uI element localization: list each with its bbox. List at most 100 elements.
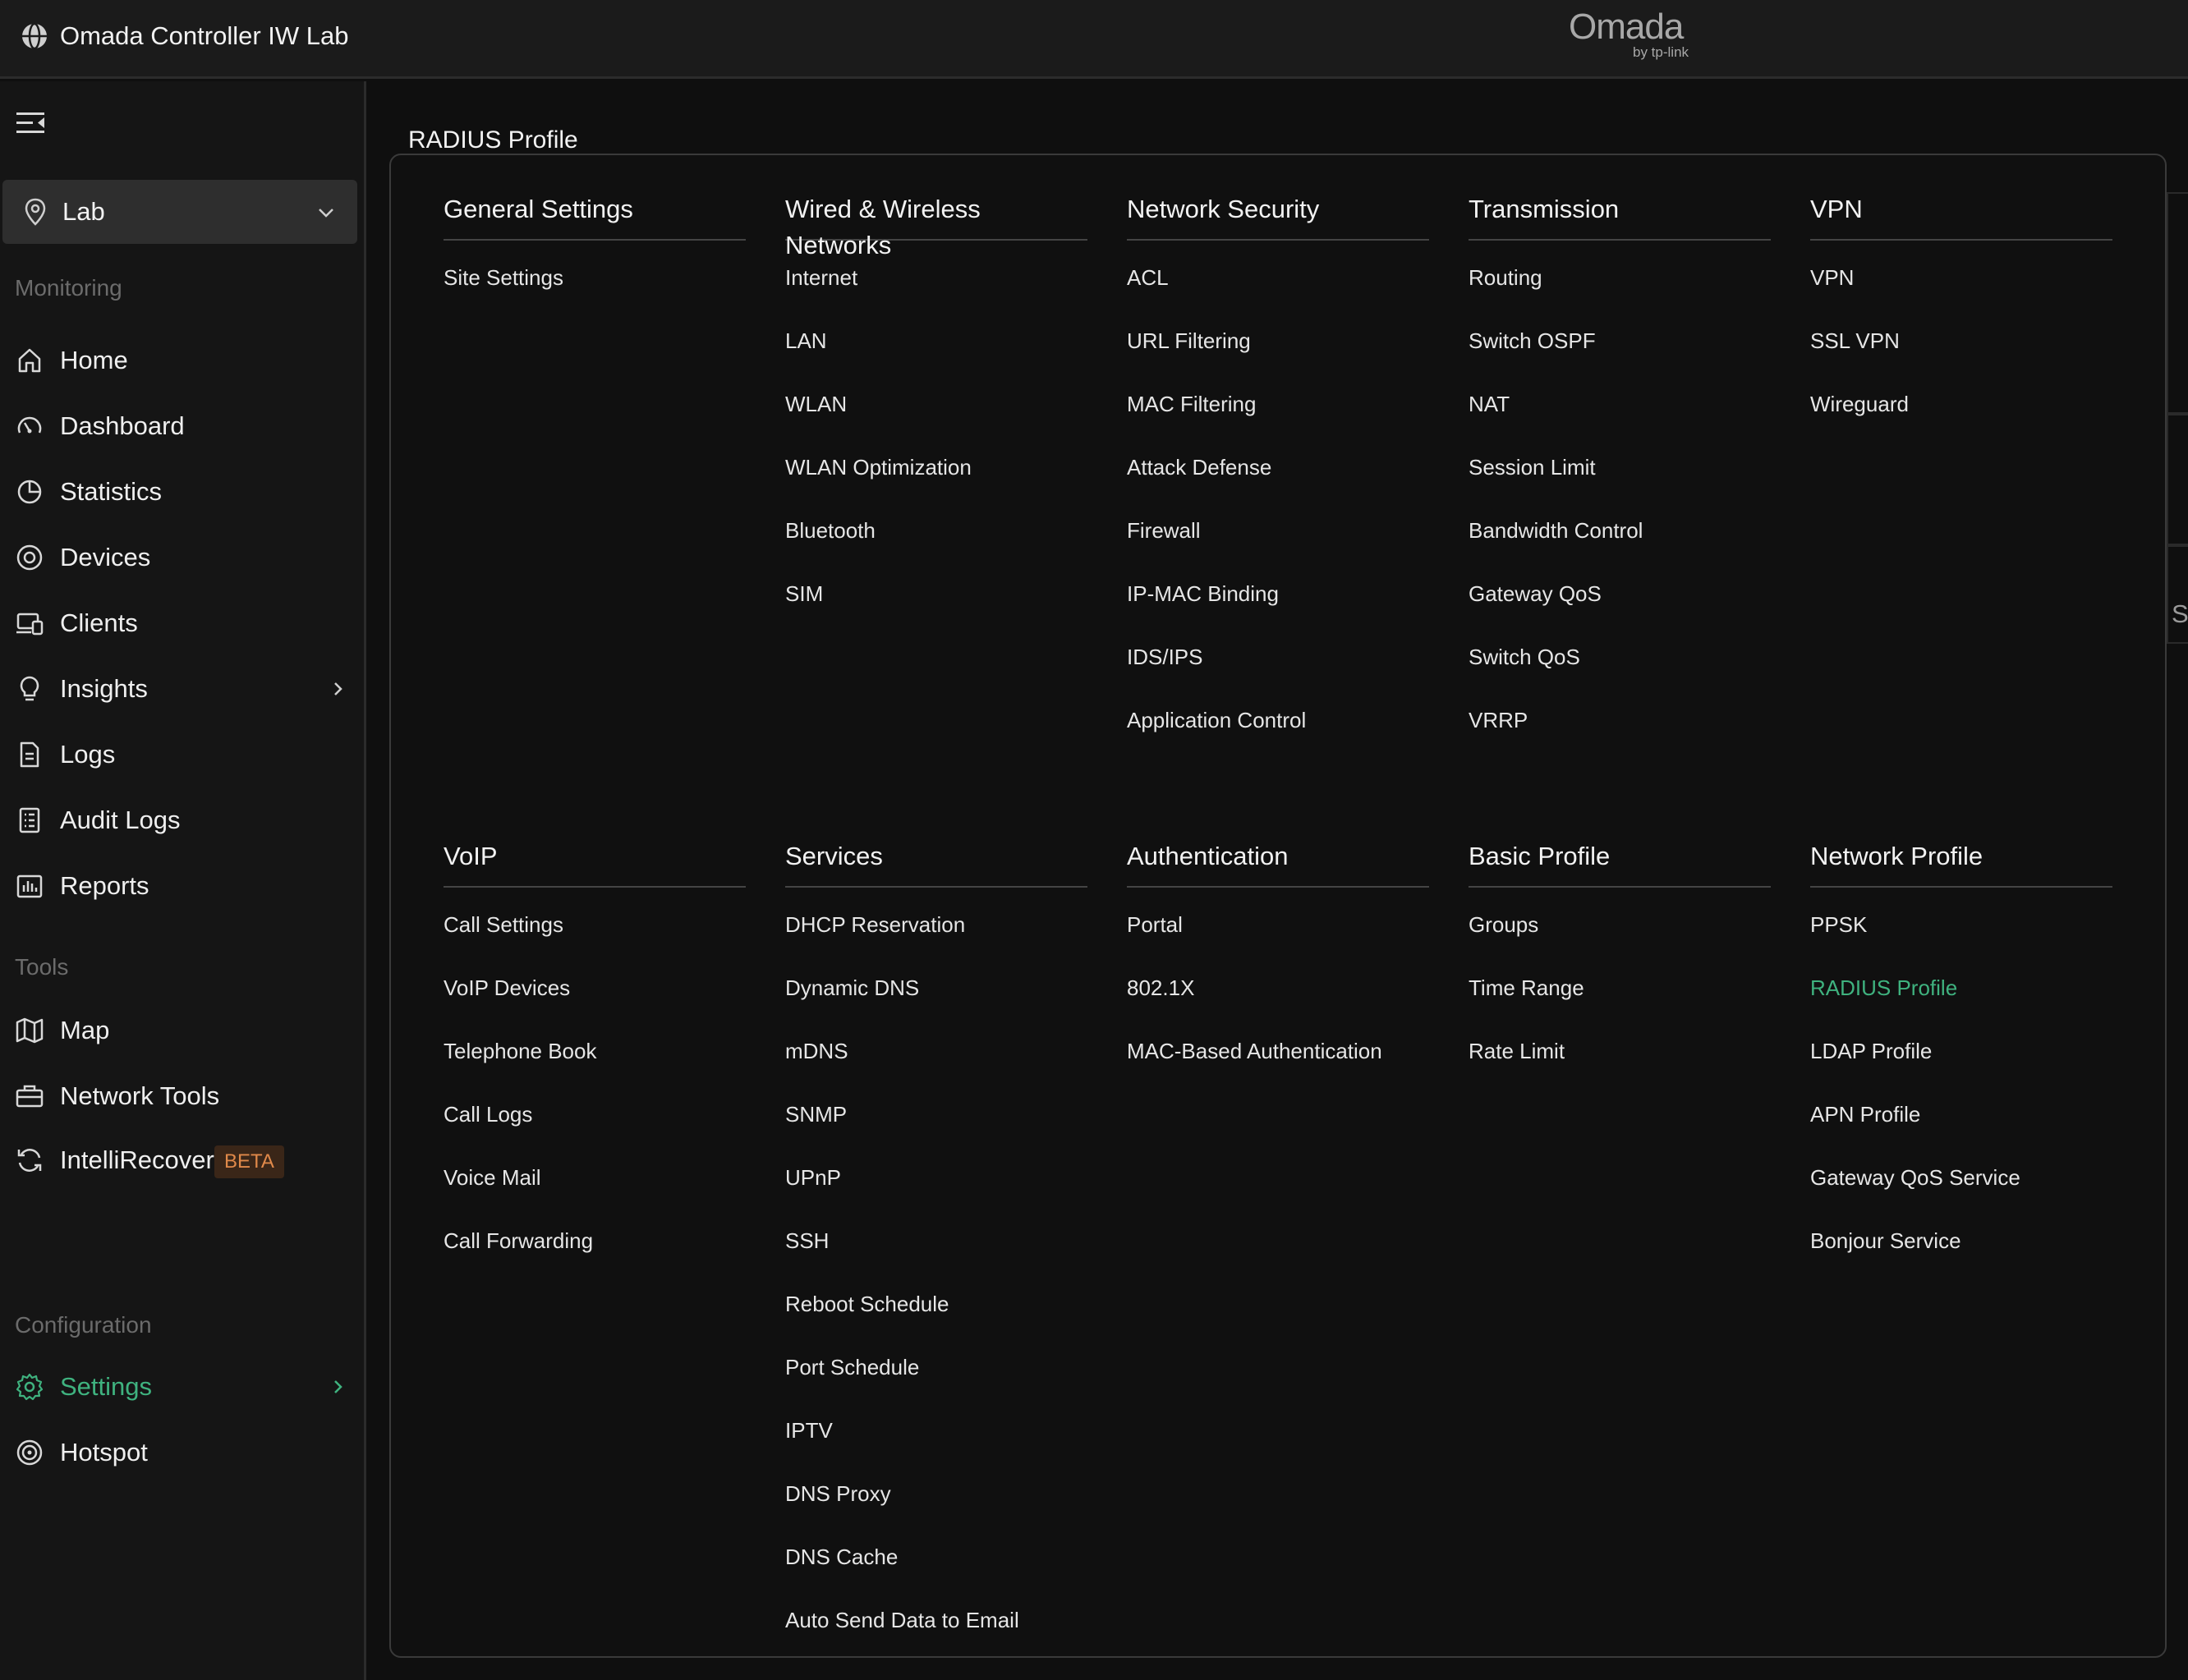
menu-item[interactable]: IPTV xyxy=(785,1393,1087,1457)
menu-item[interactable]: Bonjour Service xyxy=(1810,1204,2112,1267)
menu-item[interactable]: DNS Cache xyxy=(785,1520,1087,1583)
menu-item[interactable]: Rate Limit xyxy=(1469,1014,1771,1077)
nav-item-devices[interactable]: Devices xyxy=(0,531,361,584)
menu-item[interactable]: WLAN Optimization xyxy=(785,430,1087,493)
nav-item-home[interactable]: Home xyxy=(0,334,361,387)
sidebar: Lab Monitoring Home Dashboard Statistics… xyxy=(0,81,366,1680)
menu-item[interactable]: Switch QoS xyxy=(1469,620,1771,683)
nav-item-label: Reports xyxy=(60,871,149,900)
menu-item[interactable]: Auto Send Data to Email xyxy=(785,1583,1087,1646)
nav-item-label: Map xyxy=(60,1016,110,1044)
menu-item[interactable]: SSH xyxy=(785,1204,1087,1267)
brand-name: Omada xyxy=(1569,7,1684,47)
menu-item[interactable]: Session Limit xyxy=(1469,430,1771,493)
nav-item-clients[interactable]: Clients xyxy=(0,597,361,650)
brand-sub: by tp-link xyxy=(1633,44,1689,60)
menu-item[interactable]: Bandwidth Control xyxy=(1469,493,1771,557)
menu-item[interactable]: VRRP xyxy=(1469,683,1771,746)
nav-item-intellirecover[interactable]: IntelliRecover BETA xyxy=(0,1134,361,1187)
menu-item[interactable]: Call Logs xyxy=(444,1077,746,1141)
nav-item-label: Devices xyxy=(60,543,151,571)
menu-item[interactable]: SNMP xyxy=(785,1077,1087,1141)
menu-item[interactable]: SSL VPN xyxy=(1810,304,2112,367)
nav-item-statistics[interactable]: Statistics xyxy=(0,466,361,518)
menu-column-general-settings: General Settings Site Settings xyxy=(444,191,746,304)
menu-list: Internet LAN WLAN WLAN Optimization Blue… xyxy=(785,241,1087,620)
nav-item-audit-logs[interactable]: Audit Logs xyxy=(0,794,361,847)
bar-chart-icon xyxy=(15,871,44,901)
nav-item-dashboard[interactable]: Dashboard xyxy=(0,400,361,452)
menu-item[interactable]: PPSK xyxy=(1810,888,2112,951)
menu-item[interactable]: Reboot Schedule xyxy=(785,1267,1087,1330)
beta-badge: BETA xyxy=(214,1145,284,1178)
menu-item[interactable]: DNS Proxy xyxy=(785,1457,1087,1520)
menu-item[interactable]: ACL xyxy=(1127,241,1429,304)
menu-item[interactable]: Routing xyxy=(1469,241,1771,304)
menu-item[interactable]: URL Filtering xyxy=(1127,304,1429,367)
menu-item[interactable]: Telephone Book xyxy=(444,1014,746,1077)
settings-menu-panel: General Settings Site Settings Wired & W… xyxy=(389,154,2167,1658)
menu-item[interactable]: MAC Filtering xyxy=(1127,367,1429,430)
menu-item[interactable]: Voice Mail xyxy=(444,1141,746,1204)
nav-item-settings[interactable]: Settings xyxy=(0,1361,361,1413)
menu-item[interactable]: Port Schedule xyxy=(785,1330,1087,1393)
menu-column-title: Authentication xyxy=(1127,838,1429,888)
menu-column-title: Network Profile xyxy=(1810,838,2112,888)
menu-item[interactable]: Site Settings xyxy=(444,241,746,304)
menu-item[interactable]: VPN xyxy=(1810,241,2112,304)
menu-item[interactable]: Bluetooth xyxy=(785,493,1087,557)
menu-item[interactable]: Portal xyxy=(1127,888,1429,951)
menu-item[interactable]: Gateway QoS Service xyxy=(1810,1141,2112,1204)
menu-item[interactable]: IDS/IPS xyxy=(1127,620,1429,683)
nav-item-hotspot[interactable]: Hotspot xyxy=(0,1426,361,1479)
section-heading-configuration: Configuration xyxy=(15,1312,152,1338)
menu-item[interactable]: WLAN xyxy=(785,367,1087,430)
menu-list: Site Settings xyxy=(444,241,746,304)
nav-item-label: Statistics xyxy=(60,477,163,506)
menu-item[interactable]: Time Range xyxy=(1469,951,1771,1014)
menu-item[interactable]: Call Forwarding xyxy=(444,1204,746,1267)
menu-column-title: Transmission xyxy=(1469,191,1771,241)
menu-item[interactable]: LDAP Profile xyxy=(1810,1014,2112,1077)
menu-item[interactable]: UPnP xyxy=(785,1141,1087,1204)
menu-item[interactable]: VoIP Devices xyxy=(444,951,746,1014)
menu-item-active[interactable]: RADIUS Profile xyxy=(1810,951,2112,1014)
menu-item[interactable]: Attack Defense xyxy=(1127,430,1429,493)
menu-item[interactable]: Dynamic DNS xyxy=(785,951,1087,1014)
devices-icon xyxy=(15,543,44,572)
menu-column-voip: VoIP Call Settings VoIP Devices Telephon… xyxy=(444,838,746,1267)
menu-item[interactable]: DHCP Reservation xyxy=(785,888,1087,951)
menu-list: VPN SSL VPN Wireguard xyxy=(1810,241,2112,430)
menu-item[interactable]: LAN xyxy=(785,304,1087,367)
menu-item[interactable]: Groups xyxy=(1469,888,1771,951)
breadcrumb: RADIUS Profile xyxy=(408,126,578,154)
menu-item[interactable]: Wireguard xyxy=(1810,367,2112,430)
nav-item-insights[interactable]: Insights xyxy=(0,663,361,715)
menu-item[interactable]: Switch OSPF xyxy=(1469,304,1771,367)
nav-item-label: Clients xyxy=(60,608,138,637)
menu-item[interactable]: Call Settings xyxy=(444,888,746,951)
menu-item[interactable]: Firewall xyxy=(1127,493,1429,557)
menu-item[interactable]: SIM xyxy=(785,557,1087,620)
gear-icon xyxy=(15,1372,44,1402)
menu-item[interactable]: Gateway QoS xyxy=(1469,557,1771,620)
nav-item-reports[interactable]: Reports xyxy=(0,860,361,912)
menu-item[interactable]: MAC-Based Authentication xyxy=(1127,1014,1429,1077)
nav-item-logs[interactable]: Logs xyxy=(0,728,361,781)
hotspot-icon xyxy=(15,1438,44,1467)
menu-item[interactable]: 802.1X xyxy=(1127,951,1429,1014)
menu-column-authentication: Authentication Portal 802.1X MAC-Based A… xyxy=(1127,838,1429,1077)
nav-item-network-tools[interactable]: Network Tools xyxy=(0,1070,361,1122)
home-icon xyxy=(15,346,44,375)
nav-item-label: IntelliRecover xyxy=(60,1145,214,1174)
collapse-menu-icon[interactable] xyxy=(15,109,48,137)
section-heading-monitoring: Monitoring xyxy=(15,275,122,301)
menu-item[interactable]: Application Control xyxy=(1127,683,1429,746)
site-selector[interactable]: Lab xyxy=(2,180,357,244)
menu-item[interactable]: mDNS xyxy=(785,1014,1087,1077)
menu-item[interactable]: NAT xyxy=(1469,367,1771,430)
menu-list: Groups Time Range Rate Limit xyxy=(1469,888,1771,1077)
menu-item[interactable]: IP-MAC Binding xyxy=(1127,557,1429,620)
menu-item[interactable]: APN Profile xyxy=(1810,1077,2112,1141)
nav-item-map[interactable]: Map xyxy=(0,1004,361,1057)
